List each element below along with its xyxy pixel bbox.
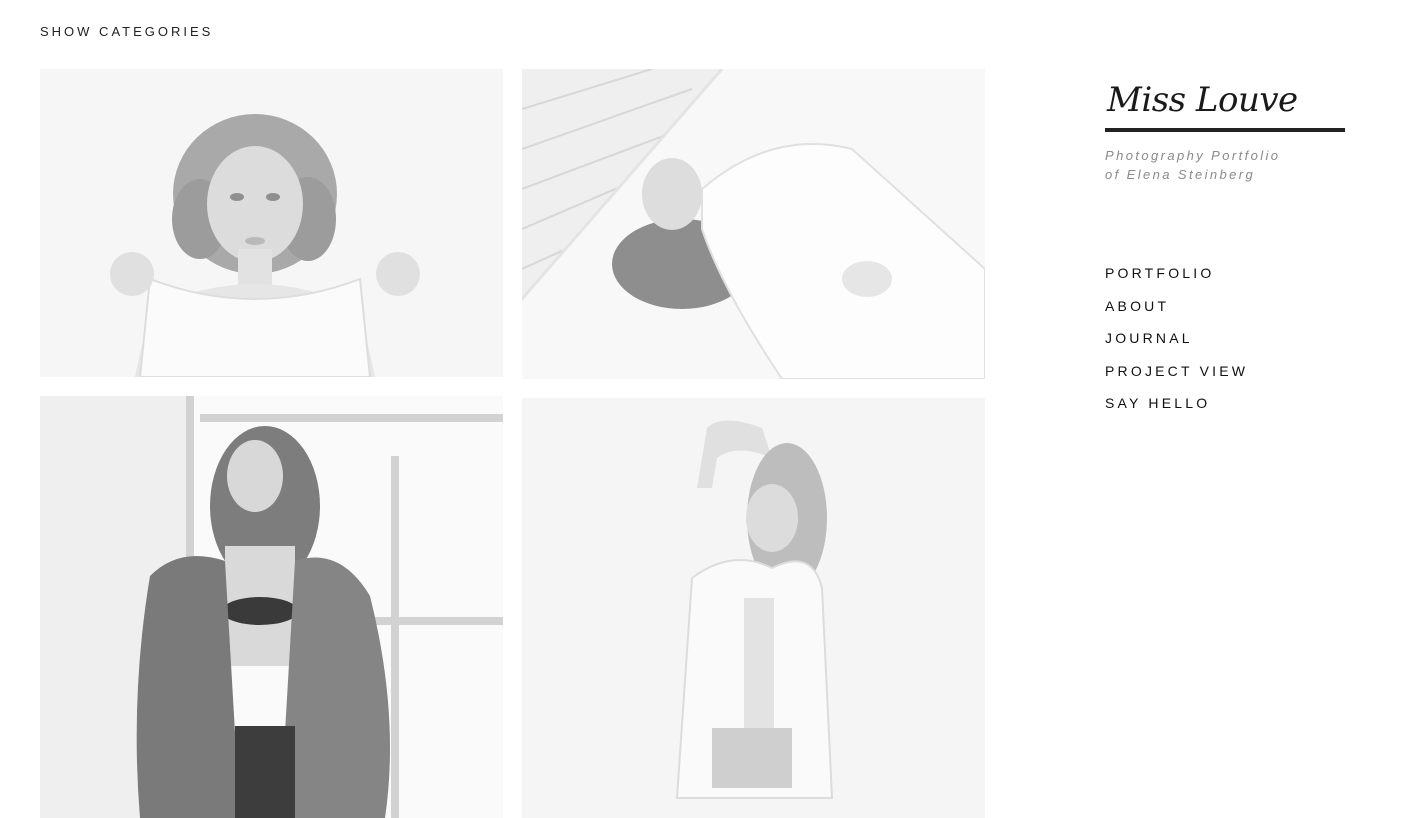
brand-block: Miss Louve Photography Portfolio of Elen…: [1105, 78, 1345, 184]
site-logo[interactable]: Miss Louve: [1105, 78, 1345, 122]
nav-item-portfolio[interactable]: PORTFOLIO: [1105, 263, 1248, 296]
tagline-line-1: Photography Portfolio: [1105, 148, 1281, 163]
nav-item-journal[interactable]: JOURNAL: [1105, 328, 1248, 361]
main-navigation: PORTFOLIO ABOUT JOURNAL PROJECT VIEW SAY…: [1105, 263, 1248, 426]
nav-item-about[interactable]: ABOUT: [1105, 296, 1248, 329]
site-tagline: Photography Portfolio of Elena Steinberg: [1105, 146, 1345, 184]
gallery-photo-3[interactable]: [40, 396, 503, 818]
nav-item-say-hello[interactable]: SAY HELLO: [1105, 393, 1248, 426]
fur-coat-image: [40, 396, 503, 818]
gallery-photo-2[interactable]: [522, 69, 985, 379]
gallery-photo-4[interactable]: [522, 398, 985, 818]
logo-divider: [1105, 128, 1345, 132]
nav-item-project-view[interactable]: PROJECT VIEW: [1105, 361, 1248, 394]
bed-scene-image: [522, 69, 985, 379]
portrait-image: [40, 69, 503, 377]
tagline-line-2: of Elena Steinberg: [1105, 167, 1256, 182]
white-shirt-image: [522, 398, 985, 818]
show-categories-link[interactable]: SHOW CATEGORIES: [40, 24, 213, 39]
gallery-photo-1[interactable]: [40, 69, 503, 377]
